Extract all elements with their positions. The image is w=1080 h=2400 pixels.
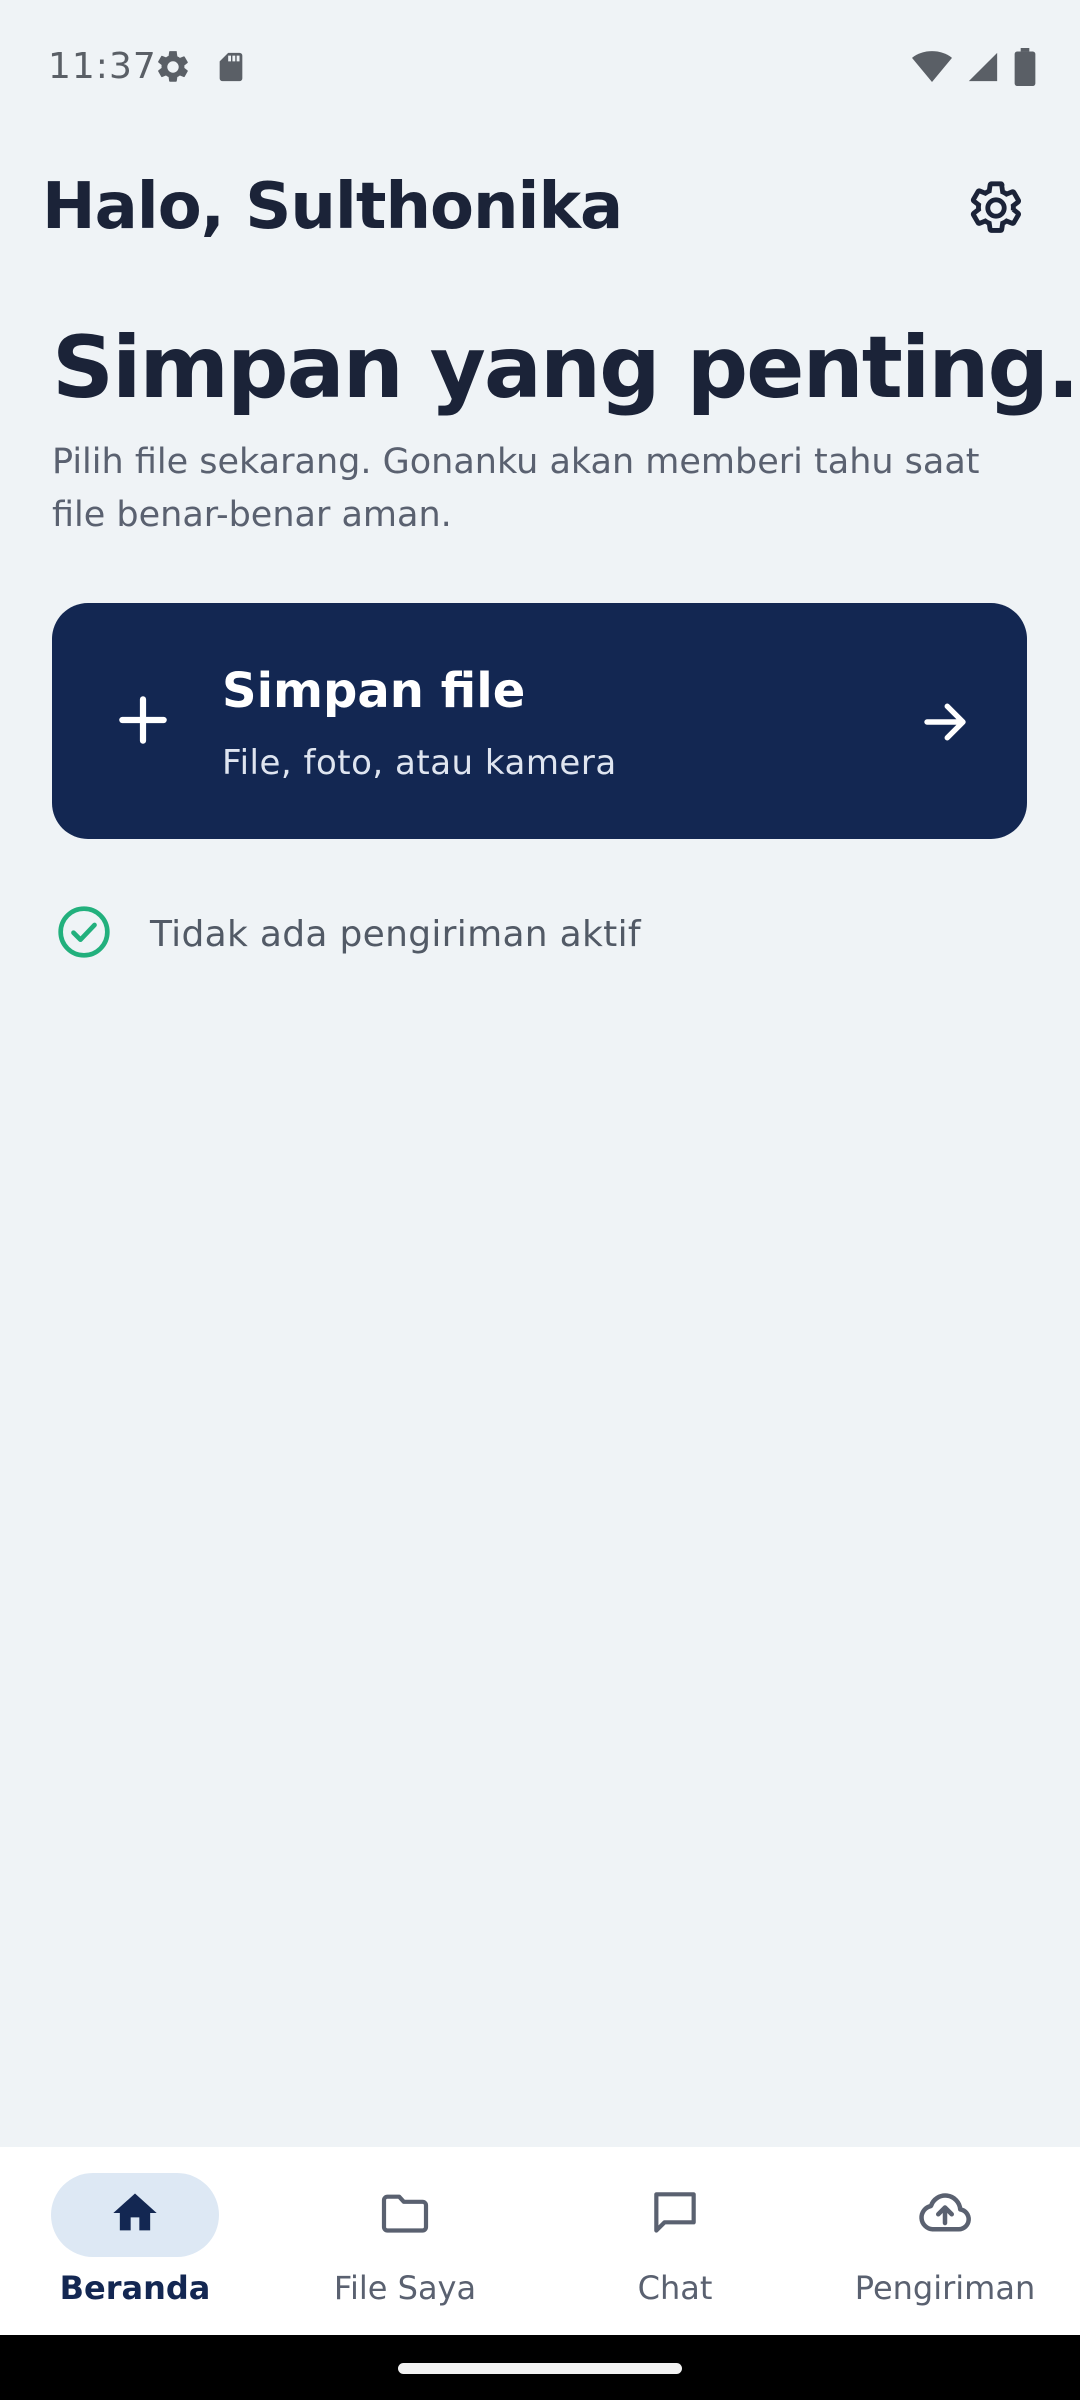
wifi-icon [912,50,952,88]
greeting-title: Halo, Sulthonika [42,170,623,244]
nav-item-file-saya[interactable]: File Saya [270,2147,540,2335]
plus-icon [112,689,174,755]
nav-label-file-saya: File Saya [333,2269,477,2307]
nav-icon-container [861,2173,1029,2257]
nav-item-beranda[interactable]: Beranda [0,2147,270,2335]
status-bar: 11:37 [0,0,1080,130]
save-file-button[interactable]: Simpan file File, foto, atau kamera [52,603,1027,839]
sd-card-icon [214,50,248,88]
home-icon [109,2187,161,2243]
arrow-right-icon [918,695,972,753]
transfer-status-text: Tidak ada pengiriman aktif [150,913,641,955]
home-gesture-handle[interactable] [398,2363,682,2374]
nav-label-beranda: Beranda [59,2269,211,2307]
cellular-signal-icon [966,50,1000,88]
settings-button[interactable] [962,176,1030,244]
folder-icon [377,2185,433,2245]
gear-icon [967,179,1025,241]
cloud-upload-icon [915,2183,975,2247]
chat-icon [647,2185,703,2245]
nav-item-pengiriman[interactable]: Pengiriman [810,2147,1080,2335]
bottom-navigation: Beranda File Saya Chat Pengiriman [0,2147,1080,2335]
transfer-status: Tidak ada pengiriman aktif [56,906,641,962]
hero-title: Simpan yang penting. [52,318,1080,418]
nav-label-pengiriman: Pengiriman [854,2269,1036,2307]
status-time: 11:37 [48,46,157,87]
nav-icon-container [591,2173,759,2257]
battery-icon [1014,48,1036,90]
nav-icon-container [321,2173,489,2257]
nav-label-chat: Chat [637,2269,713,2307]
settings-gear-icon [154,48,192,90]
save-file-subtitle: File, foto, atau kamera [222,743,617,783]
nav-item-chat[interactable]: Chat [540,2147,810,2335]
system-gesture-bar [0,2335,1080,2400]
check-circle-icon [56,904,112,964]
nav-active-indicator [51,2173,219,2257]
save-file-title: Simpan file [222,663,526,719]
hero-subtitle: Pilih file sekarang. Gonanku akan member… [52,442,980,535]
